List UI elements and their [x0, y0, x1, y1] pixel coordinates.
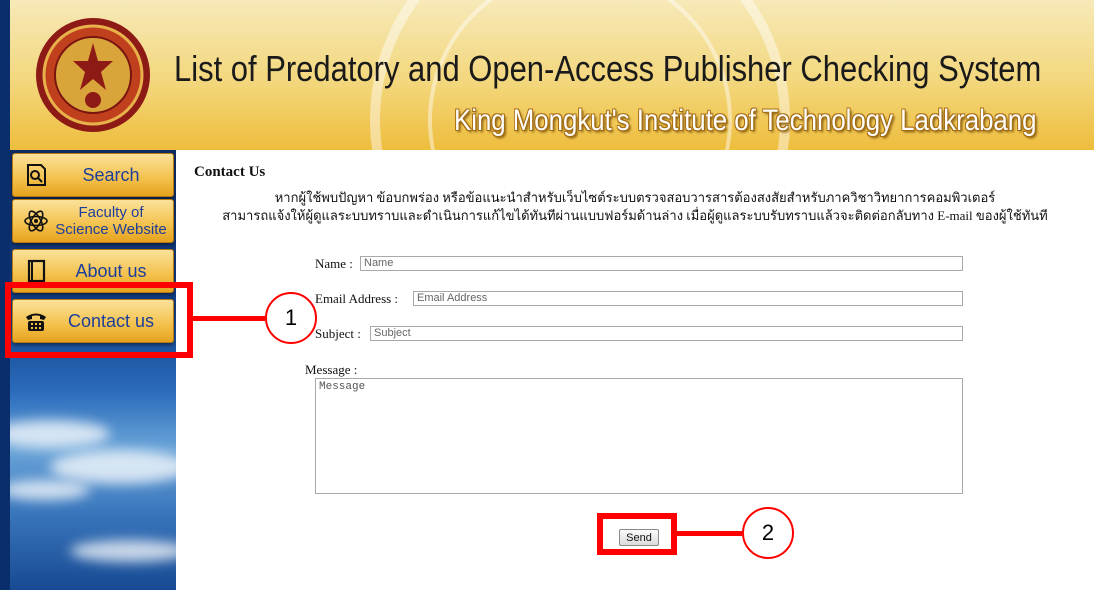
- annotation-box-contact-us: [5, 282, 193, 358]
- page-title: Contact Us: [194, 164, 266, 180]
- sidebar-item-search[interactable]: Search: [12, 153, 174, 197]
- description-line-2: สามารถแจ้งให้ผู้ดูแลระบบทราบและดำเนินการ…: [222, 208, 1048, 223]
- site-header: List of Predatory and Open-Access Publis…: [10, 0, 1094, 150]
- annotation-callout-2: 2: [742, 507, 794, 559]
- site-subtitle: King Mongkut's Institute of Technology L…: [454, 104, 1037, 137]
- sidebar: Search Faculty of Science Website About …: [10, 150, 176, 590]
- subject-field[interactable]: Subject: [370, 326, 963, 341]
- annotation-connector-1: [193, 316, 265, 321]
- book-icon: [27, 259, 46, 283]
- cloud-decoration: [10, 420, 110, 448]
- atom-icon: [24, 210, 48, 232]
- right-frame-border: [1094, 0, 1104, 590]
- kmitl-logo: [36, 18, 150, 132]
- cloud-decoration: [10, 480, 90, 500]
- sidebar-item-label: Search: [82, 164, 140, 185]
- subject-label: Subject :: [315, 326, 361, 341]
- site-title: List of Predatory and Open-Access Publis…: [174, 48, 1042, 89]
- email-field[interactable]: Email Address: [413, 291, 963, 306]
- cloud-decoration: [50, 450, 176, 484]
- message-textarea[interactable]: Message: [315, 378, 963, 494]
- cloud-decoration: [70, 540, 176, 562]
- annotation-connector-2: [677, 531, 742, 536]
- name-field[interactable]: Name: [360, 256, 963, 271]
- email-label: Email Address :: [315, 291, 399, 306]
- message-label: Message :: [305, 362, 358, 377]
- annotation-callout-1: 1: [265, 292, 317, 344]
- search-document-icon: [27, 164, 46, 186]
- name-label: Name :: [315, 256, 353, 271]
- annotation-box-send: [597, 513, 677, 555]
- sidebar-item-label: Faculty of Science Website: [55, 204, 167, 238]
- sidebar-item-faculty-of-science[interactable]: Faculty of Science Website: [12, 199, 174, 243]
